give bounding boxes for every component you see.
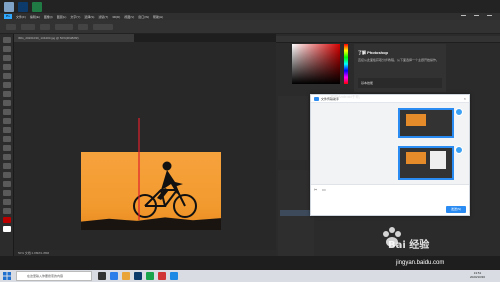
taskbar-search-input[interactable]: 在这里输入你要搜索的内容 [16,271,92,281]
watermark-brand: Bai 经验 [388,240,430,251]
learn-description: 直接从此面板获取分步教程，从下面选择一个主题开始操作。 [358,58,440,62]
image-thumbnail [430,151,446,169]
folder-icon[interactable]: ▭ [322,187,326,192]
avatar [455,108,463,116]
status-bar: 50% 文档:1.88M/1.88M [14,250,276,256]
scissors-icon[interactable]: ✂ [314,187,317,192]
panel-tabs[interactable] [276,36,500,43]
hue-slider[interactable] [344,44,348,84]
properties-panel [278,96,308,160]
windows-start-icon[interactable] [3,272,11,280]
color-picker-field[interactable] [292,44,340,84]
send-button[interactable]: 发送(S) [446,206,466,213]
message-image[interactable] [398,108,454,138]
app-taskbar-icon[interactable] [158,272,166,280]
image-thumbnail [406,152,426,164]
message-image[interactable] [398,146,454,180]
chat-app-icon [314,97,319,101]
file-explorer-icon[interactable] [122,272,130,280]
wechat-taskbar-icon[interactable] [146,272,154,280]
layer-row[interactable] [280,210,312,216]
avatar [455,146,463,154]
watermark-site: jingyan.baidu.com [396,260,445,266]
task-view-icon[interactable] [98,272,106,280]
taskbar-clock[interactable]: 13:51 2020/10/30 [470,271,485,279]
image-thumbnail [406,114,426,126]
chat-close-button[interactable]: × [464,96,466,101]
basic-skills-tile[interactable]: 基本技能 [358,78,442,88]
chat-header: 我的Android手机 [330,94,360,99]
clock-date: 2020/10/30 [470,275,486,279]
app-taskbar-icon[interactable] [170,272,178,280]
edge-icon[interactable] [110,272,118,280]
photoshop-taskbar-icon[interactable] [134,272,142,280]
learn-title: 了解 Photoshop [358,50,388,55]
